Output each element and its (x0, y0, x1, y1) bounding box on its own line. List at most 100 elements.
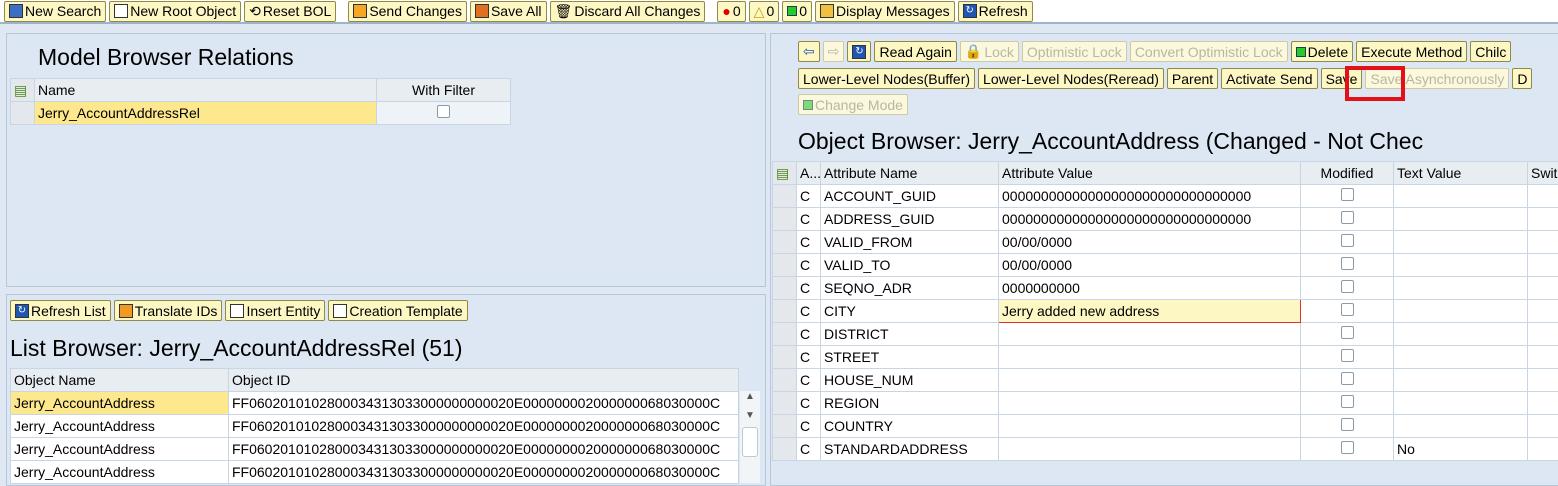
display-messages-button[interactable]: Display Messages (815, 0, 955, 22)
attr-value-input[interactable]: 0000000000 (998, 276, 1301, 300)
lower-level-nodes-buffer-button[interactable]: Lower-Level Nodes(Buffer) (798, 68, 976, 89)
discard-all-changes-button[interactable]: 🗑 Discard All Changes (549, 0, 706, 22)
col-object-name[interactable]: Object Name (10, 368, 229, 392)
modified-checkbox[interactable] (1340, 349, 1354, 362)
col-switch[interactable]: Swit (1527, 161, 1558, 185)
table-row[interactable]: Jerry_AccountAddress FF060201010280003431… (10, 460, 739, 484)
creation-template-button[interactable]: Creation Template (328, 300, 468, 321)
table-row[interactable]: C VALID_FROM 00/00/0000 (772, 230, 1558, 254)
send-changes-button[interactable]: Send Changes (348, 0, 467, 22)
table-row[interactable]: C REGION (772, 391, 1558, 415)
col-object-id[interactable]: Object ID (228, 368, 739, 392)
list-scrollbar[interactable]: ▲ ▼ (740, 391, 760, 483)
table-row[interactable]: C DISTRICT (772, 322, 1558, 346)
table-row[interactable]: Jerry_AccountAddress FF060201010280003431… (10, 414, 739, 438)
table-row[interactable]: Jerry_AccountAddressRel (10, 101, 511, 125)
refresh-list-button[interactable]: ↻ Refresh List (10, 300, 111, 321)
table-row[interactable]: C STREET (772, 345, 1558, 369)
table-row[interactable]: C ACCOUNT_GUID 000000000000000000000000000… (772, 184, 1558, 208)
row-selector[interactable] (772, 414, 797, 438)
row-selector[interactable] (772, 299, 797, 323)
table-settings-icon[interactable]: ▤ (772, 161, 797, 185)
reload-button[interactable]: ↻ (847, 41, 872, 62)
row-selector[interactable] (772, 253, 797, 277)
execute-method-button[interactable]: Execute Method (1356, 41, 1468, 62)
children-button[interactable]: Chilc (1470, 41, 1512, 62)
attr-value-input[interactable]: 00000000000000000000000000000000 (998, 207, 1301, 231)
table-row[interactable]: Jerry_AccountAddress FF060201010280003431… (10, 391, 739, 415)
d-button[interactable]: D (1512, 68, 1533, 89)
convert-optimistic-lock-button[interactable]: Convert Optimistic Lock (1129, 41, 1288, 62)
read-again-button[interactable]: Read Again (874, 41, 957, 62)
delete-button[interactable]: Delete (1290, 41, 1354, 62)
attr-value-input[interactable] (998, 414, 1301, 438)
reset-bol-button[interactable]: ⟲ Reset BOL (244, 0, 337, 22)
col-with-filter[interactable]: With Filter (376, 78, 511, 102)
with-filter-checkbox[interactable] (437, 105, 450, 118)
modified-checkbox[interactable] (1340, 280, 1354, 293)
attr-value-input[interactable] (998, 368, 1301, 392)
col-name[interactable]: Name (34, 78, 377, 102)
attr-value-input[interactable] (998, 391, 1301, 415)
new-search-button[interactable]: New Search (4, 0, 107, 22)
back-button[interactable]: ⇦ (798, 41, 820, 62)
table-settings-icon[interactable]: ▤ (10, 78, 35, 102)
row-selector[interactable] (772, 368, 797, 392)
scroll-down-icon[interactable]: ▼ (740, 410, 760, 421)
table-row[interactable]: C VALID_TO 00/00/0000 (772, 253, 1558, 277)
modified-checkbox[interactable] (1340, 418, 1354, 431)
new-root-object-button[interactable]: New Root Object (109, 0, 242, 22)
table-row[interactable]: C HOUSE_NUM (772, 368, 1558, 392)
row-selector[interactable] (772, 207, 797, 231)
attr-value-input[interactable]: Jerry added new address (998, 299, 1301, 323)
col-attribute-value[interactable]: Attribute Value (998, 161, 1301, 185)
modified-checkbox[interactable] (1340, 441, 1354, 454)
table-row[interactable]: C ADDRESS_GUID 000000000000000000000000000… (772, 207, 1558, 231)
attr-value-input[interactable]: 00/00/0000 (998, 253, 1301, 277)
table-row[interactable]: C STANDARDADDRESS No (772, 437, 1558, 461)
save-all-button[interactable]: Save All (469, 0, 547, 22)
errors-button[interactable]: ● 0 (717, 0, 746, 22)
col-modified[interactable]: Modified (1300, 161, 1394, 185)
col-text-value[interactable]: Text Value (1393, 161, 1528, 185)
success-button[interactable]: 0 (782, 0, 813, 22)
modified-checkbox[interactable] (1340, 188, 1354, 201)
row-selector[interactable] (772, 184, 797, 208)
attr-value-input[interactable]: 00000000000000000000000000000000 (998, 184, 1301, 208)
parent-button[interactable]: Parent (1166, 68, 1219, 89)
modified-checkbox[interactable] (1340, 372, 1354, 385)
translate-ids-button[interactable]: Translate IDs (113, 300, 223, 321)
attr-value-input[interactable] (998, 322, 1301, 346)
row-selector[interactable] (772, 391, 797, 415)
insert-entity-button[interactable]: Insert Entity (225, 300, 326, 321)
row-selector[interactable] (772, 322, 797, 346)
table-row[interactable]: Jerry_AccountAddress FF060201010280003431… (10, 437, 739, 461)
table-row[interactable]: C COUNTRY (772, 414, 1558, 438)
refresh-button[interactable]: ↻ Refresh (957, 0, 1033, 22)
col-a[interactable]: A... (796, 161, 821, 185)
attr-value-input[interactable] (998, 345, 1301, 369)
change-mode-button[interactable]: Change Mode (798, 94, 908, 115)
table-row[interactable]: C CITY Jerry added new address (772, 299, 1558, 323)
row-selector[interactable] (772, 276, 797, 300)
activate-send-button[interactable]: Activate Send (1221, 68, 1318, 89)
optimistic-lock-button[interactable]: Optimistic Lock (1021, 41, 1127, 62)
forward-button[interactable]: ⇨ (822, 41, 845, 62)
lower-level-nodes-reread-button[interactable]: Lower-Level Nodes(Reread) (978, 68, 1164, 89)
modified-checkbox[interactable] (1340, 395, 1354, 408)
warnings-button[interactable]: △ 0 (748, 0, 780, 22)
col-attribute-name[interactable]: Attribute Name (820, 161, 999, 185)
row-selector[interactable] (772, 230, 797, 254)
lock-button[interactable]: 🔒 Lock (959, 41, 1019, 62)
modified-checkbox[interactable] (1340, 234, 1354, 247)
modified-checkbox[interactable] (1340, 303, 1354, 316)
modified-checkbox[interactable] (1340, 257, 1354, 270)
modified-checkbox[interactable] (1340, 211, 1354, 224)
table-row[interactable]: C SEQNO_ADR 0000000000 (772, 276, 1558, 300)
modified-checkbox[interactable] (1340, 326, 1354, 339)
attr-value-input[interactable] (998, 437, 1301, 461)
row-selector[interactable] (772, 437, 797, 461)
row-selector[interactable] (772, 345, 797, 369)
scroll-up-icon[interactable]: ▲ (740, 391, 760, 402)
attr-value-input[interactable]: 00/00/0000 (998, 230, 1301, 254)
